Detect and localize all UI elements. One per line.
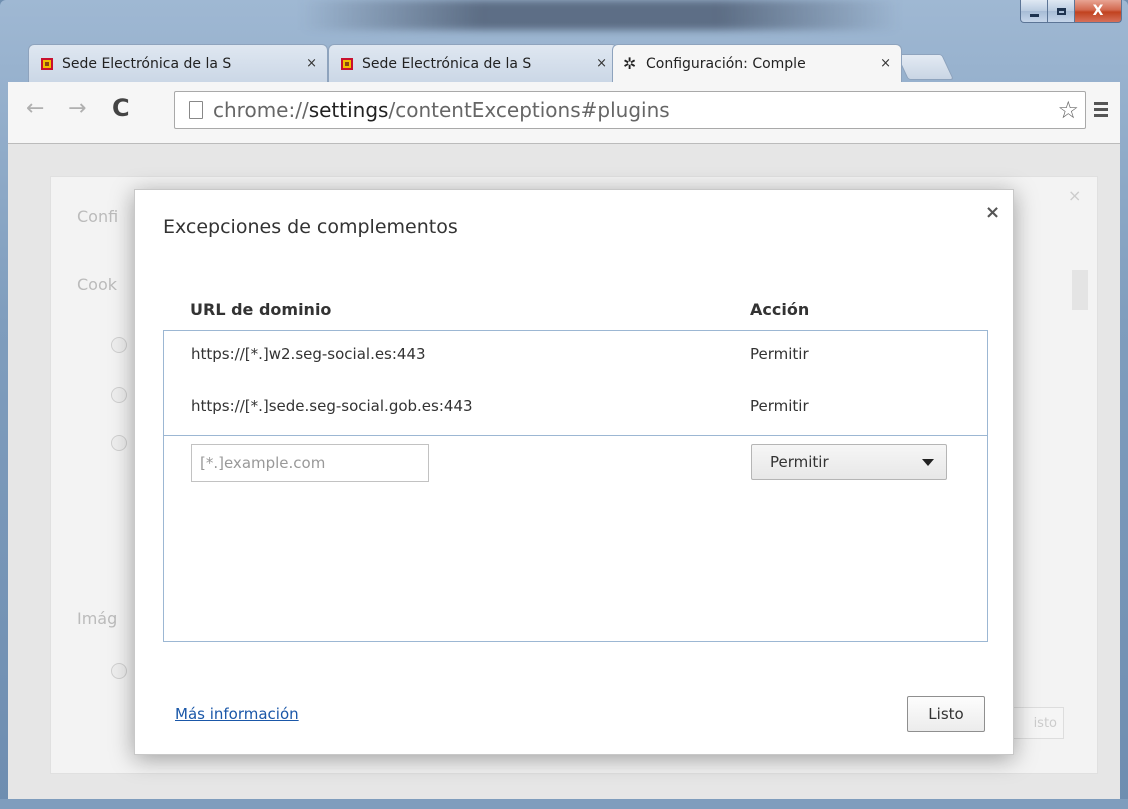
exception-action: Permitir <box>750 345 809 363</box>
gear-icon: ✲ <box>623 53 637 73</box>
spanish-coat-of-arms-icon <box>341 57 353 70</box>
background-scrollbar <box>1072 270 1088 310</box>
page-icon <box>189 101 203 119</box>
background-title: Confi <box>77 207 119 226</box>
exceptions-list: https://[*.]w2.seg-social.es:443 Permiti… <box>163 330 988 642</box>
new-exception-row: Permitir <box>164 435 987 488</box>
tab-close-icon[interactable]: × <box>306 56 317 71</box>
action-select-value: Permitir <box>770 453 829 471</box>
background-images-label: Imág <box>77 609 118 628</box>
tab-close-icon[interactable]: × <box>596 56 607 71</box>
maximize-icon <box>1056 7 1066 15</box>
exception-action: Permitir <box>750 397 809 415</box>
url-host: settings <box>308 98 389 122</box>
dialog-close-icon[interactable]: × <box>985 202 1000 223</box>
close-window-button[interactable]: X <box>1075 0 1122 23</box>
tab-title: Configuración: Comple <box>646 55 806 72</box>
chevron-down-icon <box>922 459 934 466</box>
bookmark-star-icon[interactable]: ☆ <box>1057 96 1079 124</box>
url-scheme: chrome:// <box>213 98 309 122</box>
done-button[interactable]: Listo <box>907 696 985 732</box>
background-radio <box>111 435 127 451</box>
back-button[interactable]: ← <box>26 96 44 121</box>
url-path: /contentExceptions#plugins <box>388 98 670 122</box>
window-bottom-border <box>0 799 1128 809</box>
window-controls: X <box>1020 0 1122 23</box>
background-radio <box>111 337 127 353</box>
spanish-coat-of-arms-icon <box>41 57 53 70</box>
dialog-title: Excepciones de complementos <box>163 216 458 238</box>
tab-configuracion[interactable]: ✲ Configuración: Comple × <box>612 44 902 82</box>
tab-close-icon[interactable]: × <box>880 56 891 71</box>
address-bar[interactable]: chrome://settings/contentExceptions#plug… <box>174 91 1086 129</box>
forward-button[interactable]: → <box>68 96 86 121</box>
reload-button[interactable]: C <box>112 94 130 122</box>
toolbar: ← → C chrome://settings/contentException… <box>8 82 1120 144</box>
tab-sede-1[interactable]: Sede Electrónica de la S × <box>28 44 328 82</box>
list-item[interactable]: https://[*.]w2.seg-social.es:443 Permiti… <box>164 331 987 383</box>
column-header-action: Acción <box>750 300 810 319</box>
more-info-link[interactable]: Más información <box>175 705 299 723</box>
background-radio <box>111 387 127 403</box>
menu-icon[interactable] <box>1094 102 1108 120</box>
plugin-exceptions-dialog: Excepciones de complementos × URL de dom… <box>134 189 1014 755</box>
tab-sede-2[interactable]: Sede Electrónica de la S × <box>328 44 618 82</box>
maximize-button[interactable] <box>1048 0 1075 23</box>
close-icon: X <box>1092 3 1104 19</box>
exception-url: https://[*.]w2.seg-social.es:443 <box>191 345 426 363</box>
action-select[interactable]: Permitir <box>751 444 947 480</box>
tab-title: Sede Electrónica de la S <box>62 55 232 72</box>
list-item[interactable]: https://[*.]sede.seg-social.gob.es:443 P… <box>164 383 987 435</box>
new-url-input[interactable] <box>191 444 429 482</box>
minimize-button[interactable] <box>1020 0 1048 23</box>
tab-title: Sede Electrónica de la S <box>362 55 532 72</box>
exception-url: https://[*.]sede.seg-social.gob.es:443 <box>191 397 473 415</box>
background-radio <box>111 663 127 679</box>
background-cookies-label: Cook <box>77 275 118 294</box>
background-close-icon: × <box>1068 186 1082 205</box>
minimize-icon <box>1029 13 1039 17</box>
column-header-url: URL de dominio <box>190 300 332 319</box>
